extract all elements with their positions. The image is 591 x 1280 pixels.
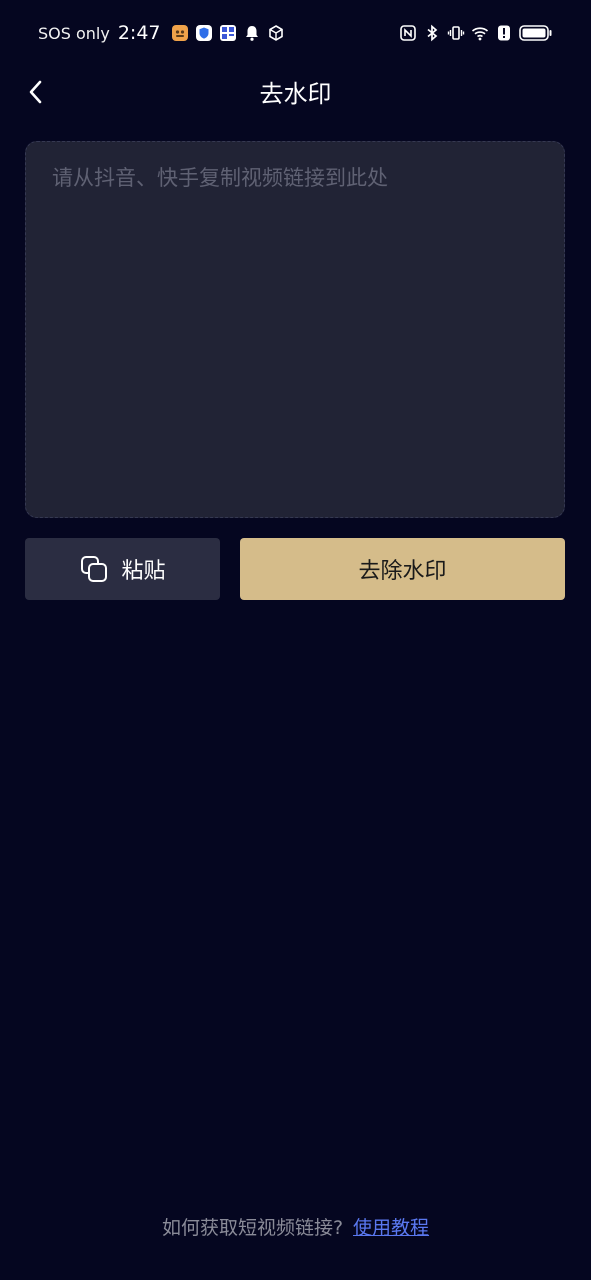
shield-icon xyxy=(195,24,213,42)
page-title: 去水印 xyxy=(259,80,332,108)
wifi-icon xyxy=(471,24,489,42)
app-notification-icon xyxy=(171,24,189,42)
tutorial-link[interactable]: 使用教程 xyxy=(353,1213,429,1240)
status-right xyxy=(399,24,553,42)
help-question: 如何获取短视频链接? xyxy=(161,1216,344,1239)
carrier-text: SOS only xyxy=(38,23,110,43)
nfc-icon xyxy=(399,24,417,42)
remove-watermark-button[interactable]: 去除水印 xyxy=(240,538,565,600)
vibrate-icon xyxy=(447,24,465,42)
scan-app-icon xyxy=(219,24,237,42)
status-left: SOS only 2:47 xyxy=(38,22,285,44)
copy-icon xyxy=(81,556,108,582)
alert-icon xyxy=(495,24,513,42)
box-icon xyxy=(267,24,285,42)
paste-button[interactable]: 粘贴 xyxy=(25,538,220,600)
header: 去水印 xyxy=(0,66,591,118)
clock: 2:47 xyxy=(117,22,161,44)
help-footer: 如何获取短视频链接? 使用教程 xyxy=(0,1210,591,1242)
video-link-input[interactable] xyxy=(25,141,565,518)
bell-icon xyxy=(243,24,261,42)
screen: SOS only 2:47 去水印 请从抖音、快手复制视频链接到此处 粘贴 去除… xyxy=(0,0,591,1280)
battery-icon xyxy=(519,24,553,42)
paste-button-label: 粘贴 xyxy=(121,559,166,584)
status-bar: SOS only 2:47 xyxy=(0,0,591,66)
remove-watermark-label: 去除水印 xyxy=(358,559,447,584)
bluetooth-icon xyxy=(423,24,441,42)
